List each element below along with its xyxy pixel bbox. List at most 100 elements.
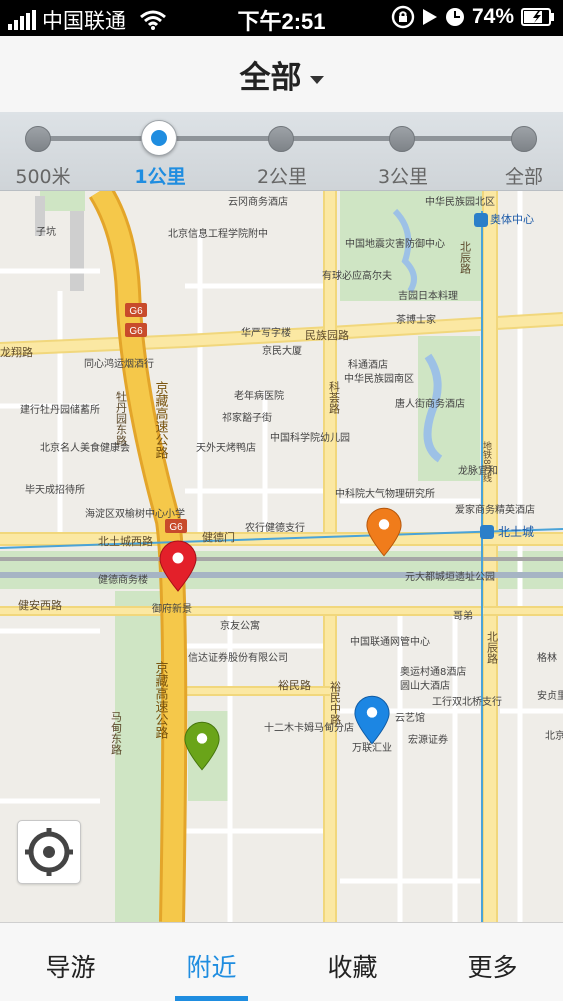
range-label-2km[interactable]: 2公里 [237, 162, 327, 189]
poi-label: 北京英 [545, 729, 563, 742]
poi-label: 健德商务楼 [98, 573, 148, 586]
map-pin-green[interactable] [183, 721, 221, 771]
poi-label: 吉园日本料理 [398, 289, 458, 302]
road-label: 牡丹园东路 [115, 390, 128, 447]
poi-label: 海淀区双榆树中心小学 [85, 507, 185, 520]
metro-station-icon [480, 525, 494, 539]
alarm-icon [445, 8, 464, 26]
poi-label: 老年病医院 [234, 389, 284, 402]
road-label: 健安西路 [18, 598, 62, 612]
poi-label: 中国联通网管中心 [350, 635, 430, 648]
rotation-lock-icon [391, 5, 415, 29]
poi-label: 御府新景 [152, 602, 192, 615]
road-label: 民族园路 [305, 328, 349, 342]
poi-label: 华严写字楼 [241, 326, 291, 339]
poi-label: 圆山大酒店 [400, 679, 450, 692]
battery-icon [521, 8, 554, 26]
tab-favorites[interactable]: 收藏 [282, 923, 423, 1001]
poi-label: 格林 [537, 651, 557, 664]
tab-guide[interactable]: 导游 [0, 923, 141, 1001]
poi-label: 云艺馆 [395, 711, 425, 724]
poi-label: 京友公寓 [220, 619, 260, 632]
poi-label: 云冈商务酒店 [228, 195, 288, 208]
poi-label: 北京信息工程学院附中 [168, 227, 268, 240]
locate-button[interactable] [17, 820, 81, 884]
range-label-all[interactable]: 全部 [479, 162, 563, 189]
road-label: 健德门 [202, 530, 235, 544]
poi-label: 信达证券股份有限公司 [188, 651, 288, 664]
road-label: 裕民中路 [329, 681, 342, 726]
tab-label: 收藏 [327, 953, 378, 982]
road-label: 科荟路 [328, 380, 341, 415]
range-label-500m[interactable]: 500米 [0, 162, 88, 189]
poi-label: 科通酒店 [348, 358, 388, 371]
battery-percent: 74% [471, 5, 514, 28]
poi-label: 唐人街商务酒店 [395, 397, 465, 410]
road-label: 裕民路 [278, 679, 311, 692]
status-bar: 中国联通 下午2:51 74% [0, 0, 563, 36]
poi-label: 子坑 [36, 225, 56, 238]
poi-label: 中国地震灾害防御中心 [345, 237, 445, 250]
tab-label: 导游 [45, 953, 96, 982]
map-pin-red[interactable] [158, 540, 198, 592]
range-stop-500m[interactable] [25, 126, 51, 152]
poi-label: 元大都城垣遗址公园 [405, 570, 495, 583]
map-pin-blue[interactable] [353, 695, 391, 745]
poi-label: 龙脉宜和 [458, 464, 498, 477]
g6-label: G6 [169, 522, 183, 533]
tab-more[interactable]: 更多 [422, 923, 563, 1001]
road-label: 北辰路 [459, 241, 472, 275]
poi-label: 农行健德支行 [245, 521, 305, 534]
poi-label: 工行双北桥支行 [432, 695, 502, 708]
poi-label: 茶博士家 [396, 313, 436, 326]
road-label: 马甸东路 [110, 711, 123, 756]
road-label: 北土城西路 [98, 535, 153, 548]
tab-label: 更多 [467, 953, 518, 982]
g6-label: G6 [129, 306, 143, 317]
poi-label: 宏源证券 [408, 733, 448, 746]
poi-label: 中科院大气物理研究所 [335, 487, 435, 500]
g6-label: G6 [129, 326, 143, 337]
poi-label: 十二木卡姆马甸分店 [264, 721, 354, 734]
map-pin-orange[interactable] [365, 507, 403, 557]
poi-label: 安贞里 [537, 689, 563, 702]
poi-label: 祁家豁子街 [222, 411, 272, 424]
road-label: 龙翔路 [0, 345, 33, 359]
poi-label: 北土城 [498, 525, 534, 539]
road-label: 京藏高速公路 [153, 381, 169, 459]
yuandadu-park-strip [0, 551, 563, 589]
range-stop-all[interactable] [511, 126, 537, 152]
poi-label: 奥运村通8酒店 [400, 665, 466, 678]
poi-label: 建行牡丹园储蓄所 [20, 403, 100, 416]
category-dropdown[interactable]: 全部 [0, 52, 563, 97]
page-title: 全部 [239, 60, 302, 96]
park-area [40, 191, 85, 211]
poi-label: 中国科学院幼儿园 [270, 431, 350, 444]
tab-nearby[interactable]: 附近 [141, 923, 282, 1001]
poi-label: 京民大厦 [262, 344, 302, 357]
header-bar: 全部 [0, 36, 563, 113]
range-label-3km[interactable]: 3公里 [358, 162, 448, 189]
distance-range-slider[interactable]: 500米 1公里 2公里 3公里 全部 [0, 112, 563, 191]
poi-label: 天外天烤鸭店 [196, 441, 256, 454]
poi-label: 毕天成招待所 [25, 483, 85, 496]
play-icon [422, 9, 437, 25]
poi-label: 有球必应高尔夫 [322, 269, 392, 282]
range-stop-3km[interactable] [389, 126, 415, 152]
tab-label: 附近 [186, 953, 237, 982]
poi-label: 奥体中心 [490, 212, 534, 226]
range-stop-2km[interactable] [268, 126, 294, 152]
building-block [70, 211, 84, 291]
poi-label: 爱家商务精英酒店 [455, 503, 535, 516]
poi-label: 同心鸿运烟酒行 [84, 357, 154, 370]
locate-icon [25, 828, 73, 876]
range-label-1km[interactable]: 1公里 [115, 162, 205, 189]
map-view[interactable]: G6 G6 G6 民族园路 龙翔路 北土城西路 健安西路 裕民路 健德门 北辰路… [0, 191, 563, 922]
poi-label: 哥弟 [453, 610, 473, 622]
range-stop-1km[interactable] [141, 120, 177, 156]
poi-label: 中华民族园南区 [344, 372, 414, 385]
poi-label: 中华民族园北区 [425, 195, 495, 208]
dropdown-caret-icon [309, 75, 324, 84]
metro-station-icon [474, 213, 488, 227]
bottom-tab-bar: 导游 附近 收藏 更多 [0, 922, 563, 1001]
